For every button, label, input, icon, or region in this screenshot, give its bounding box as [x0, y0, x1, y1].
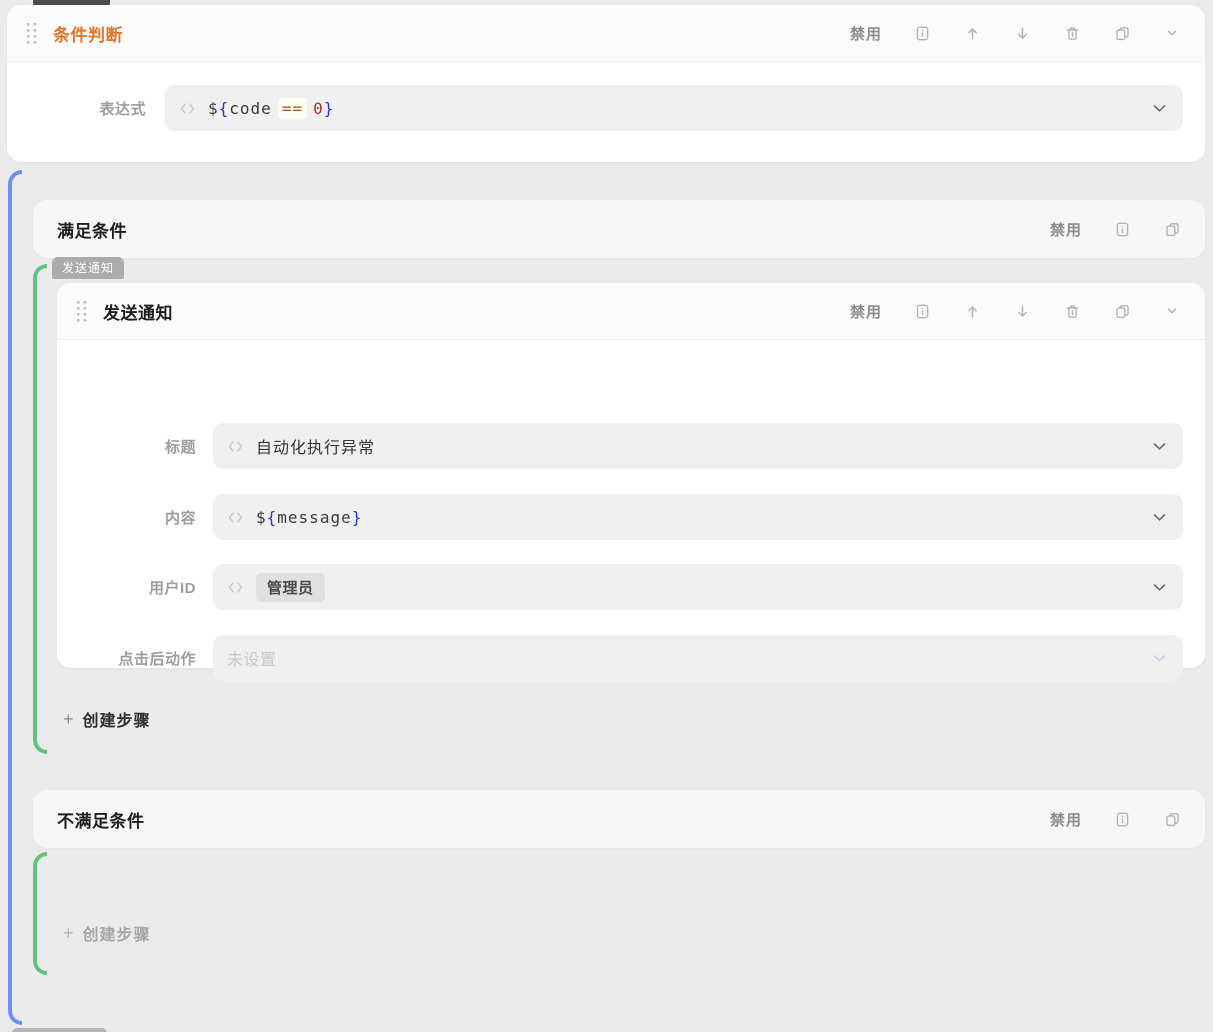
step-type-badge: 发送通知: [52, 257, 124, 279]
user-id-row: 用户ID 管理员: [57, 564, 1205, 610]
copy-button[interactable]: [1162, 809, 1182, 829]
copy-icon: [1164, 221, 1181, 238]
copy-icon: [1114, 25, 1131, 42]
branch-false-toolbar: 禁用: [1050, 809, 1182, 830]
copy-button[interactable]: [1162, 219, 1182, 239]
copy-button[interactable]: [1112, 301, 1132, 321]
copy-icon: [1114, 303, 1131, 320]
condition-card-header: 条件判断 禁用: [7, 5, 1205, 62]
expression-label: 表达式: [7, 85, 146, 131]
user-id-label: 用户ID: [57, 564, 196, 610]
arrow-up-icon: [964, 303, 981, 320]
info-button[interactable]: [912, 301, 932, 321]
expression-row: 表达式 ${code==0}: [7, 85, 1205, 131]
title-value: 自动化执行异常: [256, 434, 375, 458]
copy-icon: [1164, 811, 1181, 828]
step-card-toolbar: 禁用: [850, 301, 1182, 322]
content-row: 内容 ${message}: [57, 494, 1205, 540]
title-field[interactable]: 自动化执行异常: [213, 423, 1183, 469]
disable-button[interactable]: 禁用: [850, 301, 882, 322]
delete-button[interactable]: [1062, 301, 1082, 321]
move-up-button[interactable]: [962, 301, 982, 321]
step-card-header: 发送通知 禁用: [57, 283, 1205, 340]
code-icon: [179, 100, 196, 117]
title-label: 标题: [57, 423, 196, 469]
collapse-button[interactable]: [1162, 23, 1182, 43]
copy-button[interactable]: [1112, 23, 1132, 43]
user-id-field[interactable]: 管理员: [213, 564, 1183, 610]
info-button[interactable]: [1112, 219, 1132, 239]
chevron-down-icon: [1150, 437, 1169, 456]
chevron-down-icon: [1150, 649, 1169, 668]
drag-handle-icon[interactable]: [25, 21, 39, 45]
move-down-button[interactable]: [1012, 301, 1032, 321]
move-up-button[interactable]: [962, 23, 982, 43]
code-icon: [227, 579, 244, 596]
branch-true-bracket: [33, 264, 47, 754]
branch-true-title: 满足条件: [57, 217, 127, 242]
branch-false-bracket: [33, 852, 47, 975]
add-step-button-false[interactable]: + 创建步骤: [63, 919, 151, 947]
click-action-row: 点击后动作 未设置: [57, 635, 1205, 681]
code-icon: [227, 438, 244, 455]
info-icon: [1114, 221, 1131, 238]
step-card-title: 发送通知: [103, 299, 173, 324]
chevron-down-icon: [1164, 303, 1180, 319]
condition-card-title: 条件判断: [53, 21, 123, 46]
branch-true-header: 满足条件 禁用: [33, 200, 1205, 258]
content-label: 内容: [57, 494, 196, 540]
click-action-field[interactable]: 未设置: [213, 635, 1183, 681]
trash-icon: [1064, 303, 1081, 320]
drag-handle-icon[interactable]: [75, 299, 89, 323]
plus-icon: +: [63, 710, 74, 728]
expression-value: ${code==0}: [208, 99, 334, 118]
notification-step-card: 发送通知 禁用: [57, 283, 1205, 668]
disable-button[interactable]: 禁用: [1050, 809, 1082, 830]
add-step-label: 创建步骤: [83, 707, 151, 731]
move-down-button[interactable]: [1012, 23, 1032, 43]
chevron-down-icon: [1164, 25, 1180, 41]
arrow-down-icon: [1014, 25, 1031, 42]
branch-false-header: 不满足条件 禁用: [33, 790, 1205, 848]
automation-editor: 条件判断 禁用: [0, 0, 1213, 1032]
content-field[interactable]: ${message}: [213, 494, 1183, 540]
info-button[interactable]: [912, 23, 932, 43]
condition-card-toolbar: 禁用: [850, 23, 1182, 44]
add-step-button-true[interactable]: + 创建步骤: [63, 705, 151, 733]
disable-button[interactable]: 禁用: [1050, 219, 1082, 240]
info-icon: [914, 303, 931, 320]
info-icon: [914, 25, 931, 42]
arrow-up-icon: [964, 25, 981, 42]
branch-true-toolbar: 禁用: [1050, 219, 1182, 240]
chevron-down-icon: [1150, 508, 1169, 527]
code-icon: [227, 509, 244, 526]
disable-button[interactable]: 禁用: [850, 23, 882, 44]
trash-icon: [1064, 25, 1081, 42]
collapse-button[interactable]: [1162, 301, 1182, 321]
branch-false-title: 不满足条件: [57, 807, 145, 832]
info-button[interactable]: [1112, 809, 1132, 829]
chevron-down-icon: [1150, 99, 1169, 118]
title-row: 标题 自动化执行异常: [57, 423, 1205, 469]
content-value: ${message}: [256, 508, 362, 527]
add-step-label: 创建步骤: [83, 921, 151, 945]
condition-bracket: [8, 170, 22, 1025]
horizontal-scrollbar-thumb[interactable]: [12, 1028, 107, 1032]
delete-button[interactable]: [1062, 23, 1082, 43]
info-icon: [1114, 811, 1131, 828]
click-action-label: 点击后动作: [57, 635, 196, 681]
expression-field[interactable]: ${code==0}: [165, 85, 1183, 131]
plus-icon: +: [63, 924, 74, 942]
arrow-down-icon: [1014, 303, 1031, 320]
click-action-placeholder: 未设置: [227, 646, 277, 670]
chevron-down-icon: [1150, 578, 1169, 597]
user-chip: 管理员: [256, 573, 325, 602]
condition-card: 条件判断 禁用: [7, 5, 1205, 162]
